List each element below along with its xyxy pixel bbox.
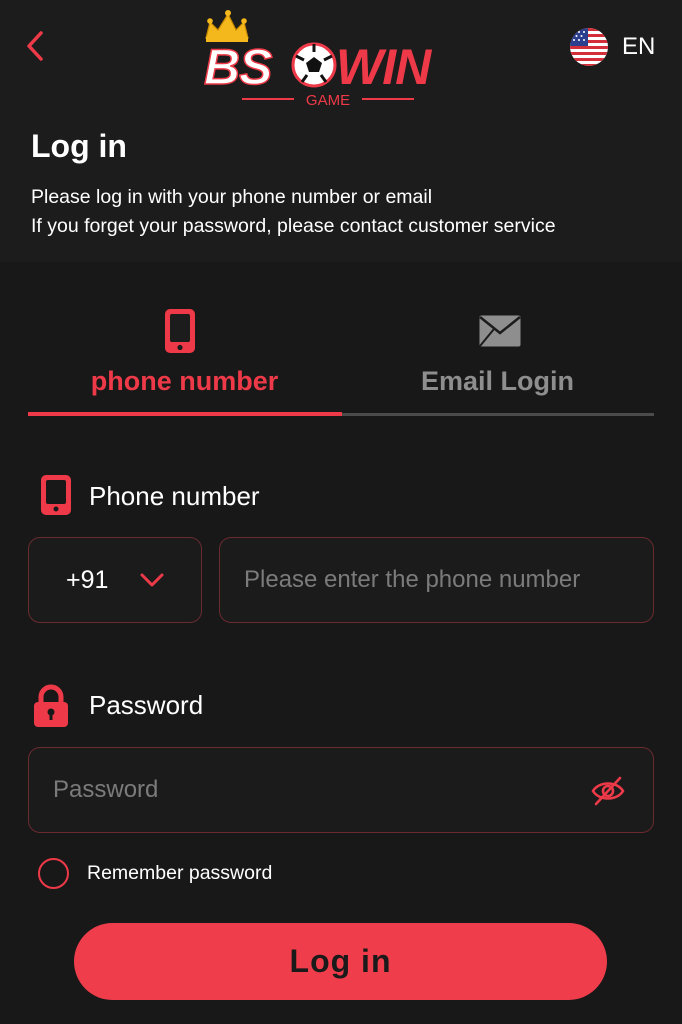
crown-icon — [205, 10, 249, 42]
chevron-down-icon — [140, 573, 164, 587]
brand-logo: BS WIN GAME — [196, 8, 466, 112]
password-input-wrapper — [28, 747, 654, 833]
intro-line-2: If you forget your password, please cont… — [31, 215, 556, 237]
country-code-value: +91 — [66, 566, 109, 594]
us-flag-icon — [570, 28, 608, 66]
phone-field-icon — [41, 475, 71, 515]
soccer-ball-icon — [291, 42, 337, 88]
phone-input-wrapper — [219, 537, 654, 623]
tab-phone-label: phone number — [90, 366, 279, 396]
language-code: EN — [622, 33, 656, 60]
header-area: BS WIN GAME EN Log in Please log in with… — [0, 0, 682, 262]
login-method-tabs: phone number Email Login — [28, 300, 654, 418]
back-button[interactable] — [22, 28, 50, 64]
tab-inactive-underline — [342, 413, 654, 416]
eye-off-icon[interactable] — [591, 776, 625, 806]
password-input[interactable] — [29, 748, 653, 832]
password-label: Password — [89, 690, 204, 720]
language-switcher[interactable]: EN — [570, 26, 655, 68]
remember-password-radio[interactable] — [38, 858, 69, 889]
svg-text:BS: BS — [204, 39, 272, 95]
tab-email-login[interactable]: Email Login — [341, 300, 654, 412]
chevron-left-icon — [27, 31, 43, 61]
phone-number-label: Phone number — [89, 481, 260, 511]
tab-email-label: Email Login — [420, 366, 574, 396]
remember-password-label: Remember password — [87, 862, 273, 884]
intro-line-1: Please log in with your phone number or … — [31, 186, 433, 208]
tab-phone-number[interactable]: phone number — [28, 300, 341, 412]
remember-password-option[interactable]: Remember password — [38, 858, 272, 889]
mail-icon — [479, 315, 521, 347]
page-title: Log in — [31, 128, 127, 164]
phone-input[interactable] — [220, 538, 653, 622]
svg-text:GAME: GAME — [306, 92, 350, 109]
tab-active-indicator — [28, 412, 342, 416]
phone-icon — [165, 309, 195, 353]
login-button[interactable]: Log in — [74, 923, 607, 1000]
country-code-select[interactable]: +91 — [28, 537, 202, 623]
svg-text:WIN: WIN — [336, 39, 432, 95]
lock-icon — [34, 684, 68, 727]
